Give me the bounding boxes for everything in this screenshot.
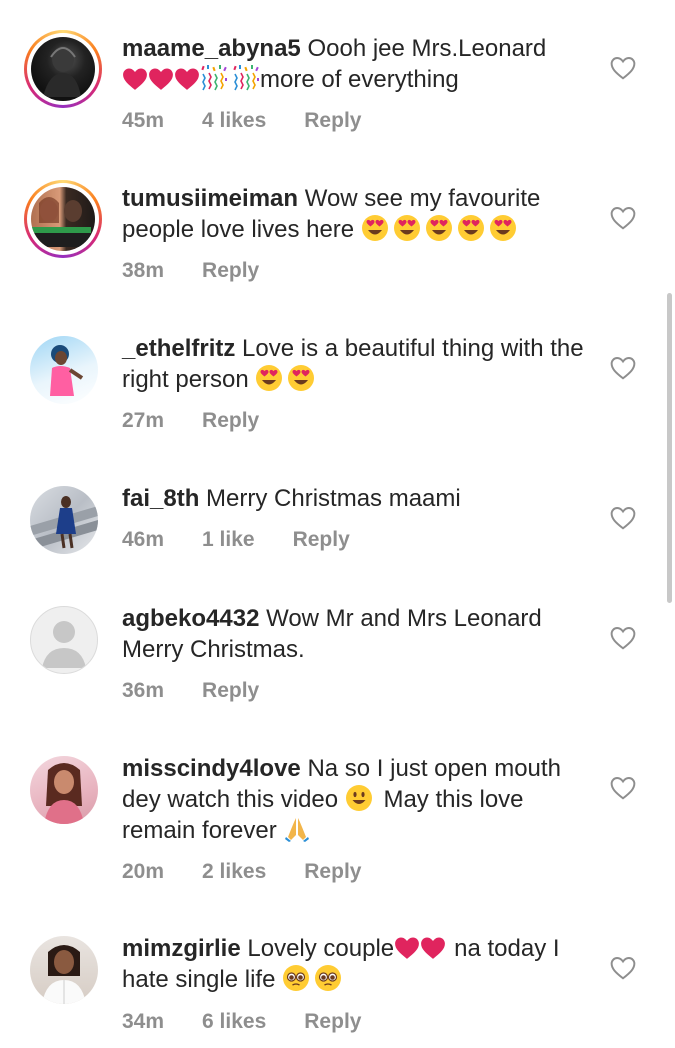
red-heart-emoji: [122, 67, 148, 91]
comment-username[interactable]: mimzgirlie: [122, 935, 241, 962]
comment-username[interactable]: fai_8th: [122, 485, 199, 512]
comment-likes[interactable]: 1 like: [202, 528, 255, 552]
comment-meta: 36m Reply: [122, 679, 297, 703]
comment-text: misscindy4love Na so I just open mouth d…: [122, 753, 592, 846]
default-avatar[interactable]: [30, 606, 98, 674]
avatar-story-ring[interactable]: [24, 180, 102, 258]
pleading-face-emoji: [282, 964, 310, 992]
reply-button[interactable]: Reply: [202, 679, 259, 703]
heart-outline-icon[interactable]: [610, 956, 636, 980]
party-popper-emoji: [232, 64, 260, 92]
reply-button[interactable]: Reply: [202, 259, 259, 283]
pleading-face-emoji: [314, 964, 342, 992]
comment-meta: 46m 1 like Reply: [122, 528, 388, 552]
comment-meta: 45m 4 likes Reply: [122, 109, 399, 133]
comment-username[interactable]: agbeko4432: [122, 605, 259, 632]
comment-text: fai_8th Merry Christmas maami: [122, 483, 592, 514]
heart-eyes-emoji: [255, 364, 283, 392]
comment-time: 20m: [122, 860, 165, 883]
comment-meta: 20m 2 likes Reply: [122, 860, 399, 884]
avatar: [31, 37, 95, 101]
folded-hands-emoji: [283, 815, 311, 843]
heart-eyes-emoji: [457, 214, 485, 242]
comment-text: agbeko4432 Wow Mr and Mrs Leonard Merry …: [122, 603, 592, 665]
avatar-photo: [50, 345, 84, 396]
heart-eyes-emoji: [489, 214, 517, 242]
heart-outline-icon[interactable]: [610, 506, 636, 530]
avatar-photo: [31, 197, 91, 247]
reply-button[interactable]: Reply: [293, 528, 350, 552]
avatar-photo: [44, 763, 84, 824]
comment-text: maame_abyna5 Oooh jee Mrs.Leonard more o…: [122, 33, 592, 95]
comment-username[interactable]: tumusiimeiman: [122, 185, 298, 212]
comment-likes[interactable]: 6 likes: [202, 1010, 266, 1034]
avatar-photo: [43, 46, 81, 97]
comment-text: mimzgirlie Lovely couple na today I hate …: [122, 933, 592, 995]
red-heart-emoji: [420, 936, 446, 960]
reply-button[interactable]: Reply: [202, 409, 259, 433]
avatar-photo: [42, 945, 86, 1004]
avatar-photo: [30, 496, 98, 550]
avatar: [31, 187, 95, 251]
comment-meta: 38m Reply: [122, 259, 297, 283]
heart-outline-icon[interactable]: [610, 206, 636, 230]
comment-time: 38m: [122, 259, 165, 282]
smiley-emoji: [345, 784, 373, 812]
comment-likes[interactable]: 4 likes: [202, 109, 266, 133]
reply-button[interactable]: Reply: [304, 860, 361, 884]
default-user-icon: [42, 621, 86, 668]
heart-outline-icon[interactable]: [610, 56, 636, 80]
red-heart-emoji: [148, 67, 174, 91]
comment-time: 45m: [122, 109, 165, 132]
scrollbar[interactable]: [667, 293, 672, 603]
avatar[interactable]: [30, 336, 98, 404]
comment-text: _ethelfritz Love is a beautiful thing wi…: [122, 333, 592, 395]
comment-body-continued: more of everything: [260, 66, 459, 93]
comment-time: 36m: [122, 679, 165, 702]
heart-eyes-emoji: [425, 214, 453, 242]
comment-username[interactable]: maame_abyna5: [122, 35, 301, 62]
comment-body: Merry Christmas maami: [206, 485, 461, 512]
comment-time: 27m: [122, 409, 165, 432]
comment-time: 46m: [122, 528, 165, 551]
comment-likes[interactable]: 2 likes: [202, 860, 266, 884]
comment-text: tumusiimeiman Wow see my favourite peopl…: [122, 183, 592, 245]
heart-outline-icon[interactable]: [610, 626, 636, 650]
avatar[interactable]: [30, 486, 98, 554]
reply-button[interactable]: Reply: [304, 1010, 361, 1034]
heart-eyes-emoji: [361, 214, 389, 242]
avatar[interactable]: [30, 936, 98, 1004]
heart-outline-icon[interactable]: [610, 356, 636, 380]
avatar-story-ring[interactable]: [24, 30, 102, 108]
comment-time: 34m: [122, 1010, 165, 1033]
comment-meta: 27m Reply: [122, 409, 297, 433]
heart-eyes-emoji: [287, 364, 315, 392]
comment-body: Oooh jee Mrs.Leonard: [307, 35, 547, 62]
party-popper-emoji: [200, 64, 228, 92]
red-heart-emoji: [174, 67, 200, 91]
heart-outline-icon[interactable]: [610, 776, 636, 800]
comment-body: Lovely couple: [247, 935, 395, 962]
comment-username[interactable]: misscindy4love: [122, 755, 301, 782]
comment-username[interactable]: _ethelfritz: [122, 335, 235, 362]
red-heart-emoji: [394, 936, 420, 960]
comment-meta: 34m 6 likes Reply: [122, 1010, 399, 1034]
avatar[interactable]: [30, 756, 98, 824]
reply-button[interactable]: Reply: [304, 109, 361, 133]
heart-eyes-emoji: [393, 214, 421, 242]
